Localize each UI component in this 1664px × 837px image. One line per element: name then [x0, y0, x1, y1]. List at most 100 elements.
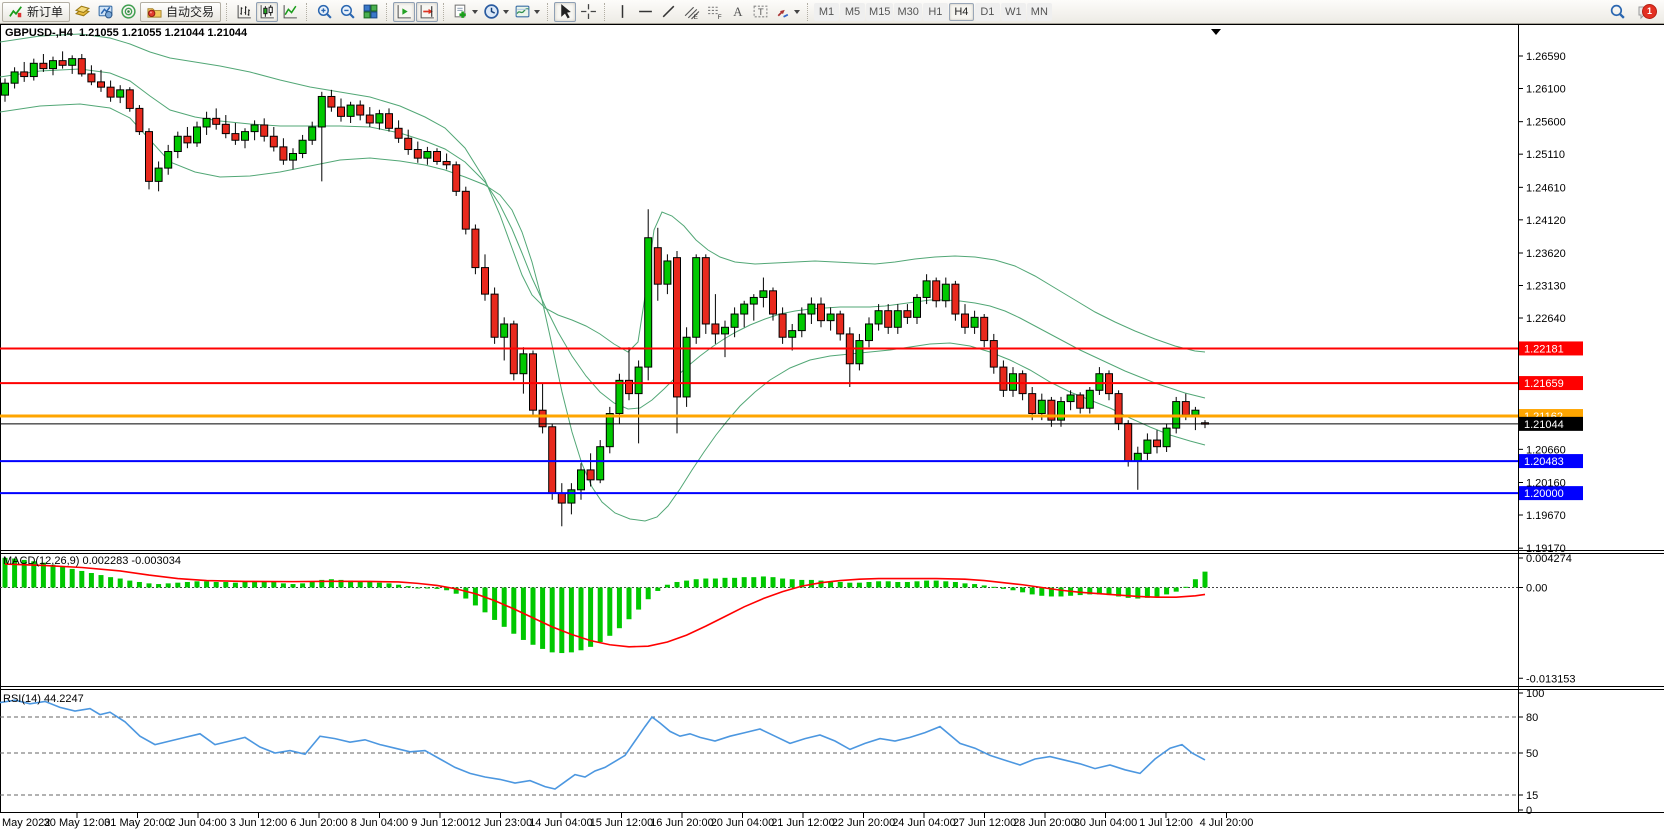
svg-text:80: 80 — [1526, 712, 1538, 724]
arrows-icon — [774, 3, 791, 20]
svg-text:1.21044: 1.21044 — [1524, 419, 1564, 431]
crosshair-button[interactable] — [577, 2, 599, 22]
timeframe-m15[interactable]: M15 — [866, 3, 893, 21]
new-order-button[interactable]: 新订单 — [2, 2, 70, 22]
candlestick-chart-icon — [259, 3, 276, 20]
channel-icon: E — [683, 3, 700, 20]
toolbar-right-group: 1 — [1606, 2, 1662, 22]
zoom-out-icon — [339, 3, 356, 20]
zoom-out-button[interactable] — [336, 2, 358, 22]
tile-windows-button[interactable] — [359, 2, 381, 22]
svg-text:1.22181: 1.22181 — [1524, 343, 1564, 355]
rsi-axis[interactable]: 1008050150 — [1518, 688, 1544, 817]
shift-chart-button[interactable] — [393, 2, 415, 22]
macd-axis[interactable]: 0.0042740.00-0.013153 — [1518, 553, 1576, 685]
periods-button[interactable] — [481, 2, 511, 22]
fibonacci-button[interactable]: F — [703, 2, 725, 22]
rsi-pane[interactable] — [0, 700, 1518, 795]
svg-text:8 Jun 04:00: 8 Jun 04:00 — [351, 817, 409, 829]
notifications-button[interactable]: 1 — [1634, 2, 1656, 22]
svg-text:E: E — [693, 14, 697, 20]
svg-text:24 Jun 04:00: 24 Jun 04:00 — [892, 817, 956, 829]
svg-text:3 Jun 12:00: 3 Jun 12:00 — [230, 817, 288, 829]
timeframe-w1[interactable]: W1 — [1001, 3, 1026, 21]
svg-text:1.25600: 1.25600 — [1526, 117, 1566, 129]
svg-text:31 May 20:00: 31 May 20:00 — [104, 817, 171, 829]
svg-text:27 Jun 12:00: 27 Jun 12:00 — [953, 817, 1017, 829]
auto-scroll-button[interactable] — [416, 2, 438, 22]
dropdown-caret — [503, 10, 509, 14]
svg-text:1.20660: 1.20660 — [1526, 444, 1566, 456]
line-chart-button[interactable] — [279, 2, 301, 22]
text-label-button[interactable]: T — [749, 2, 771, 22]
chart-canvas[interactable]: 1.221811.216591.211621.210441.204831.200… — [0, 24, 1664, 832]
profile-button[interactable] — [94, 2, 116, 22]
timeframe-m5[interactable]: M5 — [840, 3, 865, 21]
svg-text:1.20483: 1.20483 — [1524, 456, 1564, 468]
radar-button[interactable] — [117, 2, 139, 22]
line-chart-icon — [282, 3, 299, 20]
arrows-button[interactable] — [772, 2, 802, 22]
toolbar-separator — [226, 3, 228, 21]
timeframe-d1[interactable]: D1 — [975, 3, 1000, 21]
svg-text:30 May 12:00: 30 May 12:00 — [44, 817, 111, 829]
vertical-line-icon — [614, 3, 631, 20]
fibonacci-icon: F — [706, 3, 723, 20]
svg-text:1.24610: 1.24610 — [1526, 182, 1566, 194]
time-axis[interactable]: May 202230 May 12:0031 May 20:002 Jun 04… — [2, 813, 1253, 829]
auto-trading-button[interactable]: 自动交易 — [140, 2, 221, 22]
svg-text:15: 15 — [1526, 790, 1538, 802]
candlestick-chart-button[interactable] — [256, 2, 278, 22]
svg-text:0: 0 — [1526, 805, 1532, 817]
search-button[interactable] — [1606, 2, 1628, 22]
channel-button[interactable]: E — [680, 2, 702, 22]
svg-text:1.20000: 1.20000 — [1524, 488, 1564, 500]
svg-text:1.25110: 1.25110 — [1526, 149, 1565, 161]
timeframe-h1[interactable]: H1 — [923, 3, 948, 21]
notification-badge: 1 — [1642, 4, 1657, 19]
candlesticks[interactable] — [2, 51, 1209, 526]
horizontal-line-button[interactable] — [634, 2, 656, 22]
zoom-in-button[interactable] — [313, 2, 335, 22]
last-bar-marker — [1211, 29, 1221, 35]
vertical-line-button[interactable] — [611, 2, 633, 22]
price-levels[interactable] — [0, 348, 1518, 493]
cursor-button[interactable] — [554, 2, 576, 22]
svg-text:22 Jun 20:00: 22 Jun 20:00 — [832, 817, 896, 829]
timeframe-h4[interactable]: H4 — [949, 3, 974, 21]
toolbar-separator — [604, 3, 606, 21]
svg-text:30 Jun 04:00: 30 Jun 04:00 — [1074, 817, 1138, 829]
quotes-button[interactable] — [71, 2, 93, 22]
svg-text:1 Jul 12:00: 1 Jul 12:00 — [1139, 817, 1193, 829]
toolbar-separator — [386, 3, 388, 21]
svg-text:0.00: 0.00 — [1526, 583, 1547, 595]
svg-text:20 Jun 04:00: 20 Jun 04:00 — [711, 817, 775, 829]
macd-pane[interactable] — [0, 558, 1518, 653]
add-indicator-button[interactable] — [450, 2, 480, 22]
auto-trading-label: 自动交易 — [166, 3, 214, 20]
svg-text:1.20160: 1.20160 — [1526, 478, 1566, 490]
toolbar-separator — [306, 3, 308, 21]
timeframe-m30[interactable]: M30 — [894, 3, 921, 21]
dropdown-caret — [794, 10, 800, 14]
timeframe-m1[interactable]: M1 — [814, 3, 839, 21]
bar-chart-button[interactable] — [233, 2, 255, 22]
templates-icon — [514, 3, 531, 20]
text-icon: A — [729, 3, 746, 20]
price-axis[interactable]: 1.265901.261001.256001.251101.246101.241… — [1518, 51, 1566, 555]
svg-text:1.23130: 1.23130 — [1526, 281, 1566, 293]
svg-text:1.23620: 1.23620 — [1526, 248, 1566, 260]
dropdown-caret — [472, 10, 478, 14]
new-order-label: 新订单 — [27, 3, 63, 20]
text-button[interactable]: A — [726, 2, 748, 22]
svg-text:1.24120: 1.24120 — [1526, 215, 1566, 227]
templates-button[interactable] — [512, 2, 542, 22]
timeframe-mn[interactable]: MN — [1027, 3, 1052, 21]
bar-chart-icon — [236, 3, 253, 20]
svg-text:A: A — [733, 5, 743, 19]
svg-text:0.004274: 0.004274 — [1526, 553, 1572, 565]
trendline-button[interactable] — [657, 2, 679, 22]
price-badges: 1.221811.216591.211621.210441.204831.200… — [1519, 341, 1583, 500]
text-label-icon: T — [752, 3, 769, 20]
add-indicator-icon — [452, 3, 469, 20]
